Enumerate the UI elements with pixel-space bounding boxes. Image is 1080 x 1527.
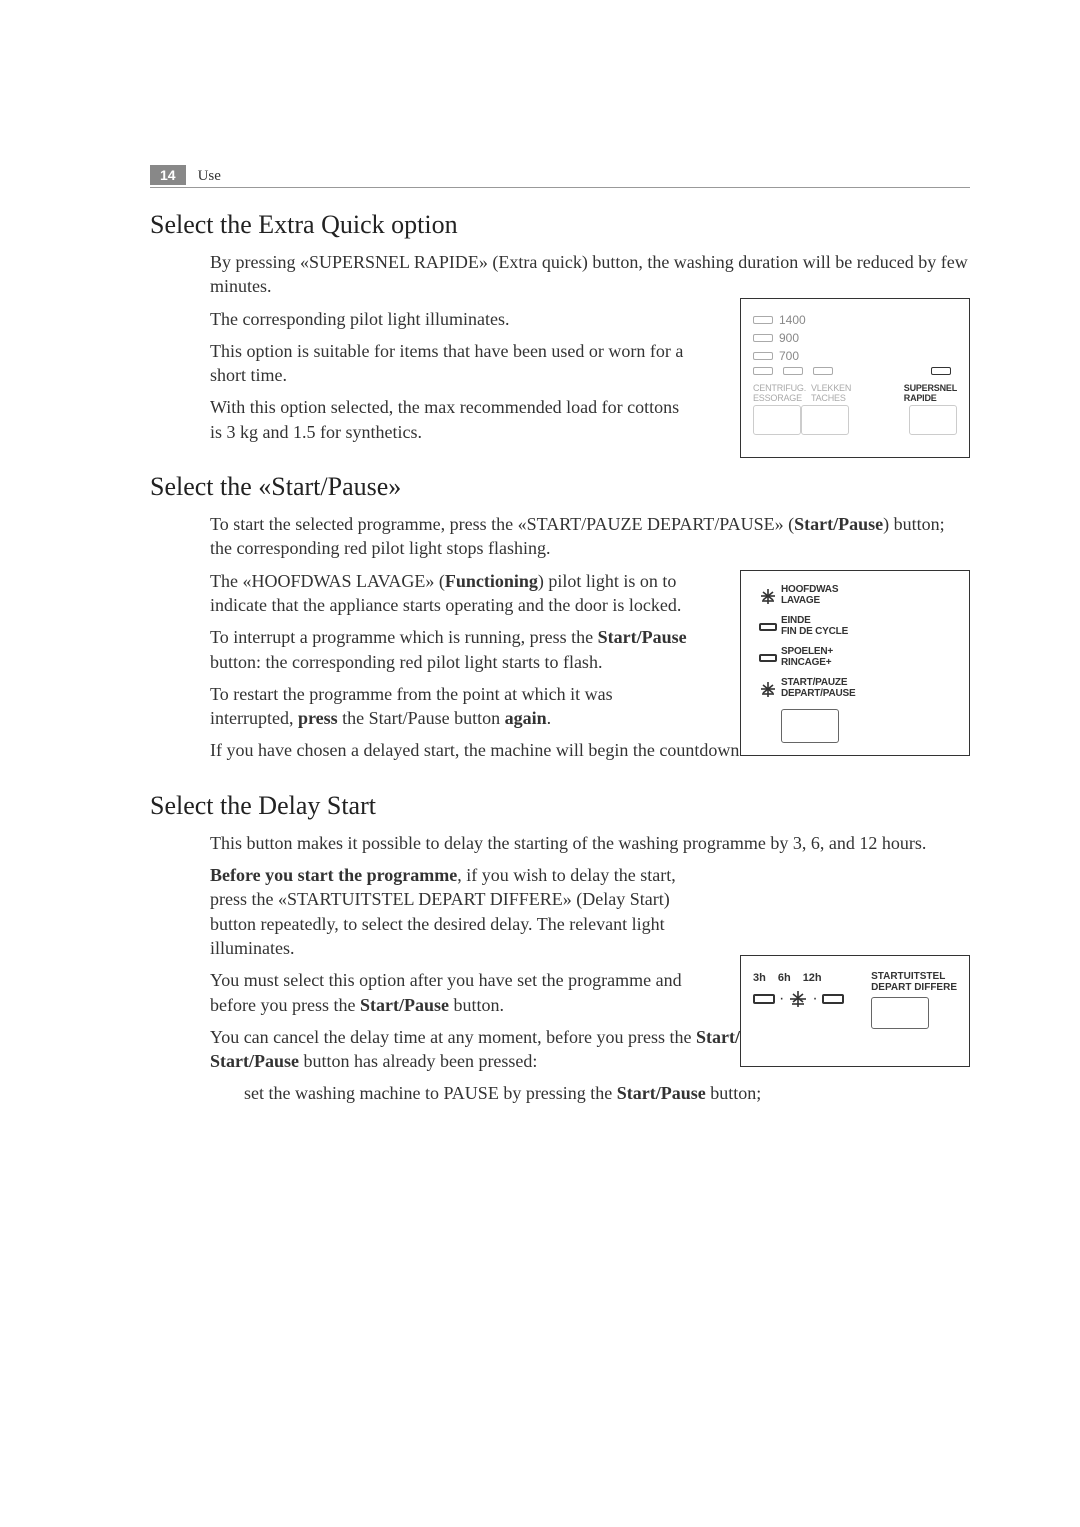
spin-value: 900 — [779, 331, 799, 345]
label: STARTUITSTEL — [871, 971, 945, 982]
text-bold: Start/Pause — [598, 627, 687, 647]
spin-option: 1400 — [753, 313, 957, 327]
text: To interrupt a programme which is runnin… — [210, 627, 598, 647]
indicator-icon — [783, 367, 803, 375]
text: You can cancel the delay time at any mom… — [210, 1027, 696, 1047]
sun-icon — [755, 588, 781, 604]
dot-icon: · — [812, 990, 817, 1008]
indicator-icon — [753, 994, 775, 1004]
paragraph: The «HOOFDWAS LAVAGE» (Functioning) pilo… — [210, 569, 690, 618]
paragraph: The corresponding pilot light illuminate… — [210, 307, 690, 331]
button-row — [753, 405, 957, 435]
paragraph: To start the selected programme, press t… — [210, 512, 970, 561]
button-outline — [781, 709, 839, 743]
hour-label: 3h — [753, 972, 766, 984]
text-bold: press — [298, 708, 338, 728]
label: HOOFDWAS — [781, 584, 838, 595]
text: The «HOOFDWAS LAVAGE» ( — [210, 571, 445, 591]
text-bold: Start/Pause — [617, 1083, 706, 1103]
sun-icon — [755, 681, 781, 697]
label: FIN DE CYCLE — [781, 626, 848, 637]
label: SPOELEN+ — [781, 646, 833, 657]
spin-option: 700 — [753, 349, 957, 363]
heading-delay-start: Select the Delay Start — [150, 791, 970, 821]
rect-icon — [755, 654, 781, 662]
button-outline — [801, 405, 849, 435]
button-outline — [871, 997, 929, 1029]
label: RAPIDE — [904, 393, 937, 403]
diagram-spin-options: 1400 900 700 CENTRIFUG.ESSORAGE VLEKKENT… — [740, 298, 970, 458]
text-bold: Start/Pause — [210, 1051, 299, 1071]
label: DEPART DIFFERE — [871, 982, 957, 993]
text-bold: again — [505, 708, 547, 728]
paragraph: You must select this option after you ha… — [210, 968, 690, 1017]
dot-icon: · — [779, 990, 784, 1008]
indicator-icon — [753, 367, 773, 375]
page-header: 14 Use — [150, 165, 970, 188]
text: To start the selected programme, press t… — [210, 514, 794, 534]
panel-labels: CENTRIFUG.ESSORAGE VLEKKENTACHES SUPERSN… — [753, 383, 957, 403]
label: RINCAGE+ — [781, 657, 831, 668]
text: set the washing machine to PAUSE by pres… — [244, 1083, 617, 1103]
status-row: EINDEFIN DE CYCLE — [755, 616, 955, 637]
text-bold: Before you start the programme — [210, 865, 457, 885]
page-number: 14 — [150, 165, 186, 185]
paragraph: Before you start the programme, if you w… — [210, 863, 690, 960]
heading-start-pause: Select the «Start/Pause» — [150, 472, 970, 502]
hours-row: 3h 6h 12h — [753, 972, 871, 984]
sun-icon — [788, 991, 808, 1007]
paragraph: This option is suitable for items that h… — [210, 339, 690, 388]
text: button. — [449, 995, 504, 1015]
section-label: Use — [198, 168, 221, 184]
text: button has already been pressed: — [299, 1051, 537, 1071]
spin-value: 700 — [779, 349, 799, 363]
label: START/PAUZE — [781, 677, 847, 688]
indicator-icon — [753, 352, 773, 360]
spin-value: 1400 — [779, 313, 806, 327]
button-outline — [753, 405, 801, 435]
label: SUPERSNEL — [904, 383, 957, 393]
text: button; — [706, 1083, 762, 1103]
heading-extra-quick: Select the Extra Quick option — [150, 210, 970, 240]
paragraph: To restart the programme from the point … — [210, 682, 690, 731]
diagram-delay-start: 3h 6h 12h · · STARTUITSTELDEPART DIFFERE — [740, 955, 970, 1067]
paragraph: By pressing «SUPERSNEL RAPIDE» (Extra qu… — [210, 250, 970, 299]
status-row: START/PAUZEDEPART/PAUSE — [755, 678, 955, 699]
rect-icon — [755, 623, 781, 631]
label: ESSORAGE — [753, 393, 802, 403]
label: TACHES — [811, 393, 846, 403]
label: VLEKKEN — [811, 383, 851, 393]
hour-label: 12h — [803, 972, 822, 984]
indicator-row — [753, 367, 957, 375]
indicator-icon — [753, 316, 773, 324]
status-row: HOOFDWASLAVAGE — [755, 585, 955, 606]
diagram-status-lights: HOOFDWASLAVAGE EINDEFIN DE CYCLE SPOELEN… — [740, 570, 970, 756]
text: the Start/Pause button — [338, 708, 505, 728]
indicator-icon — [813, 367, 833, 375]
text: button: the corresponding red pilot ligh… — [210, 652, 602, 672]
label: LAVAGE — [781, 595, 820, 606]
label: DEPART/PAUSE — [781, 688, 855, 699]
text-bold: Start/Pause — [360, 995, 449, 1015]
indicator-icon — [931, 367, 951, 375]
hour-label: 6h — [778, 972, 791, 984]
paragraph: With this option selected, the max recom… — [210, 395, 690, 444]
status-row: SPOELEN+RINCAGE+ — [755, 647, 955, 668]
label: CENTRIFUG. — [753, 383, 806, 393]
indicator-icon — [753, 334, 773, 342]
indicator-row: · · — [753, 990, 871, 1008]
text-bold: Start/Pause — [794, 514, 883, 534]
paragraph: This button makes it possible to delay t… — [210, 831, 970, 855]
label: EINDE — [781, 615, 811, 626]
bullet-item: set the washing machine to PAUSE by pres… — [244, 1081, 970, 1105]
indicator-icon — [822, 994, 844, 1004]
paragraph: To interrupt a programme which is runnin… — [210, 625, 690, 674]
text: . — [547, 708, 552, 728]
spin-option: 900 — [753, 331, 957, 345]
button-outline — [909, 405, 957, 435]
text-bold: Functioning — [445, 571, 538, 591]
